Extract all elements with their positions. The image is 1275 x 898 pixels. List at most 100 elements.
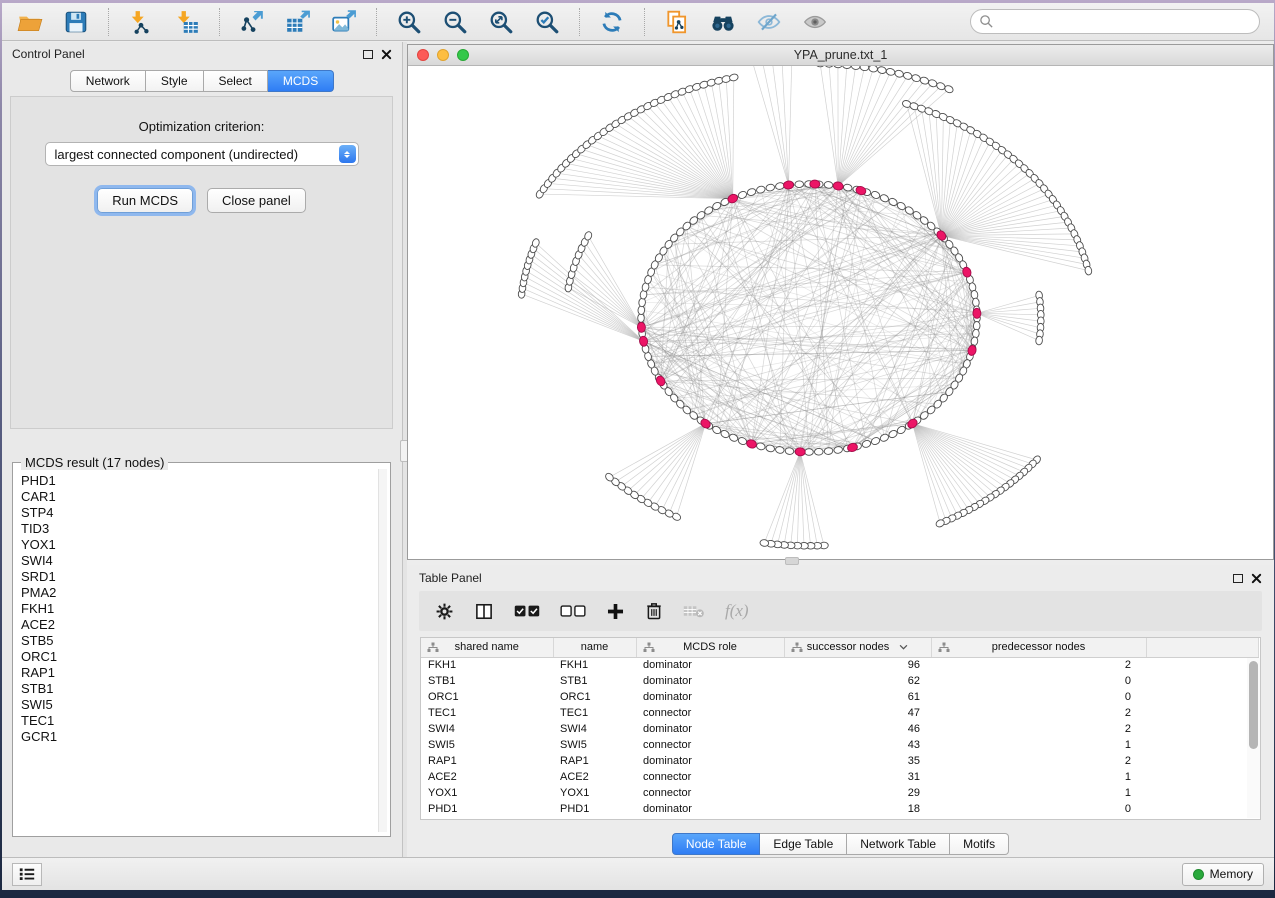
mcds-result-item[interactable]: ORC1 xyxy=(21,649,376,665)
mcds-result-scrollbar[interactable] xyxy=(378,469,387,832)
column-header-MCDS-role[interactable]: MCDS role xyxy=(636,638,784,657)
table-tab-network-table[interactable]: Network Table xyxy=(847,833,950,855)
table-settings-gear-icon[interactable] xyxy=(435,602,454,621)
delete-table-icon-disabled xyxy=(683,603,705,619)
main-toolbar xyxy=(2,3,1274,41)
mcds-result-item[interactable]: STB5 xyxy=(21,633,376,649)
mcds-result-item[interactable]: SWI5 xyxy=(21,697,376,713)
tab-network[interactable]: Network xyxy=(70,70,146,92)
column-header-shared-name[interactable]: shared name xyxy=(421,638,553,657)
table-row[interactable]: PHD1PHD1dominator180 xyxy=(421,801,1259,817)
table-row[interactable]: SWI4SWI4dominator462 xyxy=(421,721,1259,737)
import-table-icon xyxy=(174,9,200,35)
mcds-result-item[interactable]: SRD1 xyxy=(21,569,376,585)
toolbar-separator xyxy=(108,8,109,36)
delete-column-trash-icon[interactable] xyxy=(645,601,663,621)
tab-mcds[interactable]: MCDS xyxy=(268,70,334,92)
mcds-result-item[interactable]: TID3 xyxy=(21,521,376,537)
mcds-result-item[interactable]: ACE2 xyxy=(21,617,376,633)
run-mcds-button[interactable]: Run MCDS xyxy=(97,188,193,213)
show-panels-button[interactable] xyxy=(12,863,42,886)
eye-slash-icon xyxy=(756,9,782,35)
status-bar: Memory xyxy=(2,857,1274,890)
mcds-result-item[interactable]: STP4 xyxy=(21,505,376,521)
save-session-button[interactable] xyxy=(56,7,96,37)
toolbar-separator xyxy=(219,8,220,36)
search-container xyxy=(970,9,1260,34)
zoom-selected-icon xyxy=(534,9,560,35)
table-row[interactable]: TEC1TEC1connector472 xyxy=(421,705,1259,721)
control-panel-title: Control Panel xyxy=(12,47,85,61)
table-row[interactable]: YOX1YOX1connector291 xyxy=(421,785,1259,801)
mcds-result-item[interactable]: GCR1 xyxy=(21,729,376,745)
table-panel-header: Table Panel xyxy=(407,565,1274,591)
find-neighbors-button[interactable] xyxy=(703,7,743,37)
close-panel-icon[interactable] xyxy=(1251,573,1262,584)
export-network-button[interactable] xyxy=(232,7,272,37)
mcds-result-item[interactable]: CAR1 xyxy=(21,489,376,505)
table-row[interactable]: ACE2ACE2connector311 xyxy=(421,769,1259,785)
open-file-button[interactable] xyxy=(10,7,50,37)
mcds-result-item[interactable]: RAP1 xyxy=(21,665,376,681)
table-tab-edge-table[interactable]: Edge Table xyxy=(760,833,847,855)
zoom-in-icon xyxy=(396,9,422,35)
refresh-button[interactable] xyxy=(592,7,632,37)
zoom-selected-button[interactable] xyxy=(527,7,567,37)
search-input[interactable] xyxy=(970,9,1260,34)
mcds-result-list[interactable]: PHD1CAR1STP4TID3YOX1SWI4SRD1PMA2FKH1ACE2… xyxy=(21,473,376,832)
table-row[interactable]: SWI5SWI5connector431 xyxy=(421,737,1259,753)
mcds-result-item[interactable]: PMA2 xyxy=(21,585,376,601)
zoom-out-button[interactable] xyxy=(435,7,475,37)
table-row[interactable]: RAP1RAP1dominator352 xyxy=(421,753,1259,769)
add-column-icon[interactable] xyxy=(606,602,625,621)
close-panel-icon[interactable] xyxy=(381,49,392,60)
duplicate-network-button[interactable] xyxy=(657,7,697,37)
network-window-titlebar[interactable]: YPA_prune.txt_1 xyxy=(408,45,1273,66)
mcds-result-item[interactable]: PHD1 xyxy=(21,473,376,489)
table-tab-motifs[interactable]: Motifs xyxy=(950,833,1009,855)
table-row[interactable]: ORC1ORC1dominator610 xyxy=(421,689,1259,705)
table-scrollbar-track[interactable] xyxy=(1247,658,1260,818)
mcds-result-item[interactable]: STB1 xyxy=(21,681,376,697)
duplicate-network-icon xyxy=(664,9,690,35)
zoom-in-button[interactable] xyxy=(389,7,429,37)
network-canvas[interactable] xyxy=(408,66,1273,559)
table-scrollbar-thumb[interactable] xyxy=(1249,661,1258,749)
column-header-predecessor-nodes[interactable]: predecessor nodes xyxy=(931,638,1146,657)
column-header-successor-nodes[interactable]: successor nodes xyxy=(784,638,931,657)
show-all-button[interactable] xyxy=(795,7,835,37)
import-table-button[interactable] xyxy=(167,7,207,37)
mcds-result-item[interactable]: FKH1 xyxy=(21,601,376,617)
export-table-button[interactable] xyxy=(278,7,318,37)
table-row[interactable]: FKH1FKH1dominator962 xyxy=(421,657,1259,673)
mcds-result-item[interactable]: SWI4 xyxy=(21,553,376,569)
memory-button[interactable]: Memory xyxy=(1182,863,1264,886)
table-row[interactable]: STB1STB1dominator620 xyxy=(421,673,1259,689)
network-window-title: YPA_prune.txt_1 xyxy=(408,48,1273,62)
float-panel-icon[interactable] xyxy=(1233,574,1243,583)
table-tab-node-table[interactable]: Node Table xyxy=(672,833,761,855)
select-all-icon[interactable] xyxy=(514,603,540,619)
tab-style[interactable]: Style xyxy=(146,70,204,92)
tab-select[interactable]: Select xyxy=(204,70,268,92)
import-network-button[interactable] xyxy=(121,7,161,37)
table-panel-title: Table Panel xyxy=(419,571,482,585)
memory-status-icon xyxy=(1193,869,1204,880)
mcds-result-item[interactable]: YOX1 xyxy=(21,537,376,553)
mcds-result-title: MCDS result (17 nodes) xyxy=(21,455,168,470)
show-column-panel-icon[interactable] xyxy=(474,602,494,621)
open-folder-icon xyxy=(17,9,43,35)
horizontal-splitter-grip[interactable] xyxy=(785,557,799,565)
export-image-button[interactable] xyxy=(324,7,364,37)
column-header-name[interactable]: name xyxy=(553,638,636,657)
panel-list-icon xyxy=(18,866,36,882)
close-panel-button[interactable]: Close panel xyxy=(207,188,306,213)
hide-selected-button[interactable] xyxy=(749,7,789,37)
deselect-all-icon[interactable] xyxy=(560,603,586,619)
mcds-result-item[interactable]: TEC1 xyxy=(21,713,376,729)
zoom-fit-button[interactable] xyxy=(481,7,521,37)
attribute-type-icon xyxy=(938,642,950,653)
optimization-criterion-select[interactable]: largest connected component (undirected) xyxy=(45,142,359,166)
float-panel-icon[interactable] xyxy=(363,50,373,59)
network-view-window: YPA_prune.txt_1 xyxy=(407,44,1274,560)
